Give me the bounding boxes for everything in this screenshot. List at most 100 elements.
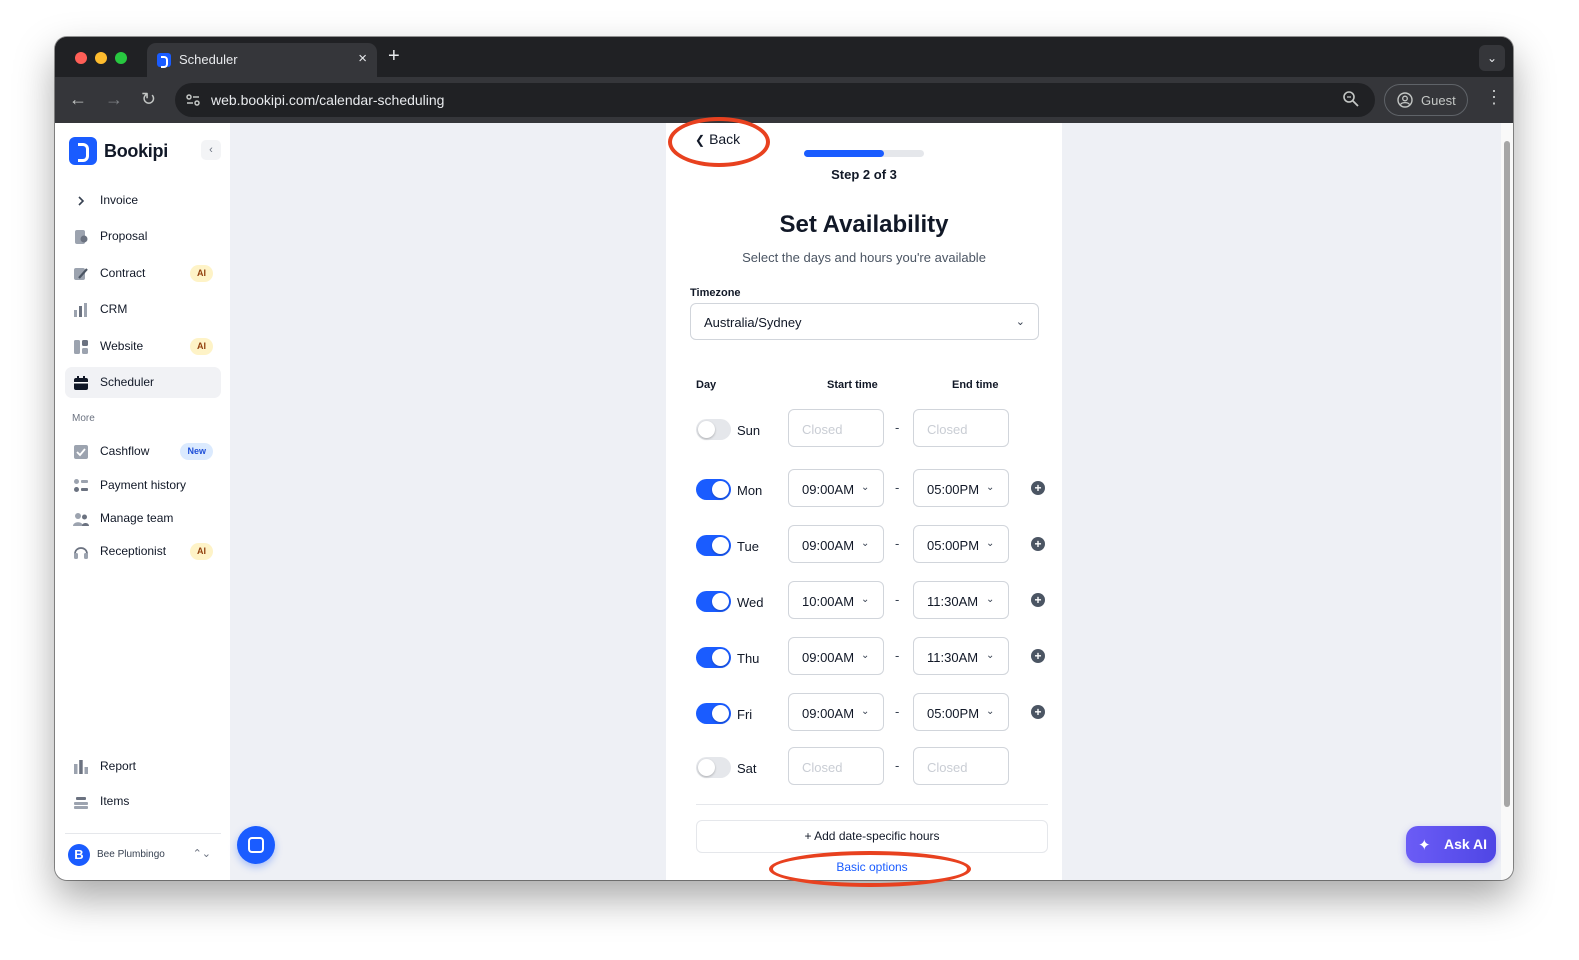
browser-window: Scheduler × + ⌄ ← → ↻ web.bookipi.com/ca… [55,37,1513,880]
start-time-select[interactable]: 09:00AM ⌄ [788,637,884,675]
day-toggle[interactable] [696,591,731,612]
start-time-value: 10:00AM [802,594,855,609]
new-tab-button[interactable]: + [388,45,400,68]
end-time-select[interactable]: 05:00PM ⌄ [913,469,1009,507]
chat-icon [248,837,264,853]
basic-options-link[interactable]: Basic options [666,860,1078,874]
sidebar-item-receptionist[interactable]: Receptionist AI [65,536,221,567]
back-button[interactable]: ❮ Back [695,131,740,147]
chevron-down-icon: ⌄ [986,538,995,549]
add-time-slot-icon[interactable]: + [1031,705,1045,719]
sidebar-item-label: Website [100,339,144,353]
back-arrow-icon[interactable]: ← [69,89,87,110]
day-toggle[interactable] [696,647,731,668]
toggle-knob [712,537,729,554]
profile-button[interactable]: Guest [1384,84,1468,116]
end-time-select[interactable]: 05:00PM ⌄ [913,525,1009,563]
end-time-select[interactable]: 11:30AM ⌄ [913,581,1009,619]
end-time-select[interactable]: Closed [913,747,1009,785]
report-icon [74,760,88,774]
timezone-select[interactable]: Australia/Sydney ⌄ [690,303,1039,340]
chevron-up-down-icon: ⌃⌄ [192,848,211,860]
sidebar-item-items[interactable]: Items [65,786,221,817]
start-time-select[interactable]: Closed [788,409,884,447]
add-time-slot-icon[interactable]: + [1031,537,1045,551]
time-range-separator: - [895,420,900,435]
sidebar-item-contract[interactable]: Contract AI [65,258,221,289]
sidebar-item-scheduler[interactable]: Scheduler [65,367,221,398]
chevron-down-icon: ⌄ [986,594,995,605]
sidebar-item-label: Items [100,794,130,808]
reload-icon[interactable]: ↻ [141,89,156,110]
contract-icon [74,268,88,280]
ask-ai-button[interactable]: ✦ Ask AI [1406,826,1496,863]
site-settings-icon[interactable] [185,92,201,108]
sidebar-item-payment-history[interactable]: Payment history [65,470,221,501]
minimize-window-button[interactable] [95,52,107,64]
start-time-select[interactable]: Closed [788,747,884,785]
url-text[interactable]: web.bookipi.com/calendar-scheduling [211,92,444,108]
add-time-slot-icon[interactable]: + [1031,481,1045,495]
day-row-fri: Fri 09:00AM ⌄ 05:00PM ⌄ - + [696,693,1056,731]
browser-toolbar: ← → ↻ web.bookipi.com/calendar-schedulin… [55,77,1513,123]
sidebar-item-proposal[interactable]: Proposal [65,221,221,252]
new-badge: New [180,443,213,460]
account-name: Bee Plumbingo [97,849,165,860]
add-date-specific-hours-button[interactable]: + Add date-specific hours [696,820,1048,853]
toggle-knob [712,649,729,666]
tab-search-button[interactable]: ⌄ [1479,45,1505,71]
time-range-separator: - [895,648,900,663]
proposal-icon [75,230,88,244]
sidebar: Bookipi ‹ Invoice Proposal Contract AI C… [55,123,230,880]
end-time-select[interactable]: 05:00PM ⌄ [913,693,1009,731]
sidebar-item-cashflow[interactable]: Cashflow New [65,436,221,467]
account-switcher[interactable]: B Bee Plumbingo ⌃⌄ [65,833,221,871]
day-toggle[interactable] [696,703,731,724]
add-time-slot-icon[interactable]: + [1031,649,1045,663]
sidebar-item-manage-team[interactable]: Manage team [65,503,221,534]
ask-ai-label: Ask AI [1444,836,1488,852]
sidebar-item-invoice[interactable]: Invoice [65,185,221,216]
day-row-sun: Sun Closed Closed - [696,409,1056,447]
sidebar-item-crm[interactable]: CRM [65,294,221,325]
tab-close-icon[interactable]: × [358,50,367,67]
day-toggle[interactable] [696,479,731,500]
sidebar-item-label: Payment history [100,478,187,492]
cashflow-icon [74,445,88,459]
browser-menu-icon[interactable]: ⋮ [1485,87,1503,108]
start-time-select[interactable]: 09:00AM ⌄ [788,525,884,563]
day-toggle[interactable] [696,419,731,440]
support-chat-button[interactable] [237,826,275,864]
scrollbar-thumb[interactable] [1504,141,1510,807]
day-label: Wed [737,595,764,610]
sidebar-item-label: Cashflow [100,444,150,458]
website-icon [74,340,88,354]
forward-arrow-icon[interactable]: → [105,89,123,110]
bookipi-logo-icon [69,137,97,165]
day-toggle[interactable] [696,535,731,556]
chevron-down-icon: ⌄ [861,706,870,717]
sidebar-item-report[interactable]: Report [65,751,221,782]
browser-tab[interactable]: Scheduler × [147,43,377,77]
day-label: Tue [737,539,759,554]
day-row-mon: Mon 09:00AM ⌄ 05:00PM ⌄ - + [696,469,1056,507]
close-window-button[interactable] [75,52,87,64]
day-row-wed: Wed 10:00AM ⌄ 11:30AM ⌄ - + [696,581,1056,619]
page-scrollbar[interactable] [1501,123,1513,880]
collapse-sidebar-button[interactable]: ‹ [201,140,221,160]
toggle-knob [712,705,729,722]
maximize-window-button[interactable] [115,52,127,64]
end-time-select[interactable]: 11:30AM ⌄ [913,637,1009,675]
sidebar-item-website[interactable]: Website AI [65,331,221,362]
day-toggle[interactable] [696,757,731,778]
start-time-select[interactable]: 09:00AM ⌄ [788,693,884,731]
address-bar[interactable]: web.bookipi.com/calendar-scheduling [175,83,1375,117]
start-time-select[interactable]: 09:00AM ⌄ [788,469,884,507]
end-time-column-header: End time [952,379,999,391]
zoom-icon[interactable] [1342,90,1360,108]
avatar: B [68,844,90,866]
toggle-knob [712,481,729,498]
end-time-select[interactable]: Closed [913,409,1009,447]
start-time-select[interactable]: 10:00AM ⌄ [788,581,884,619]
add-time-slot-icon[interactable]: + [1031,593,1045,607]
